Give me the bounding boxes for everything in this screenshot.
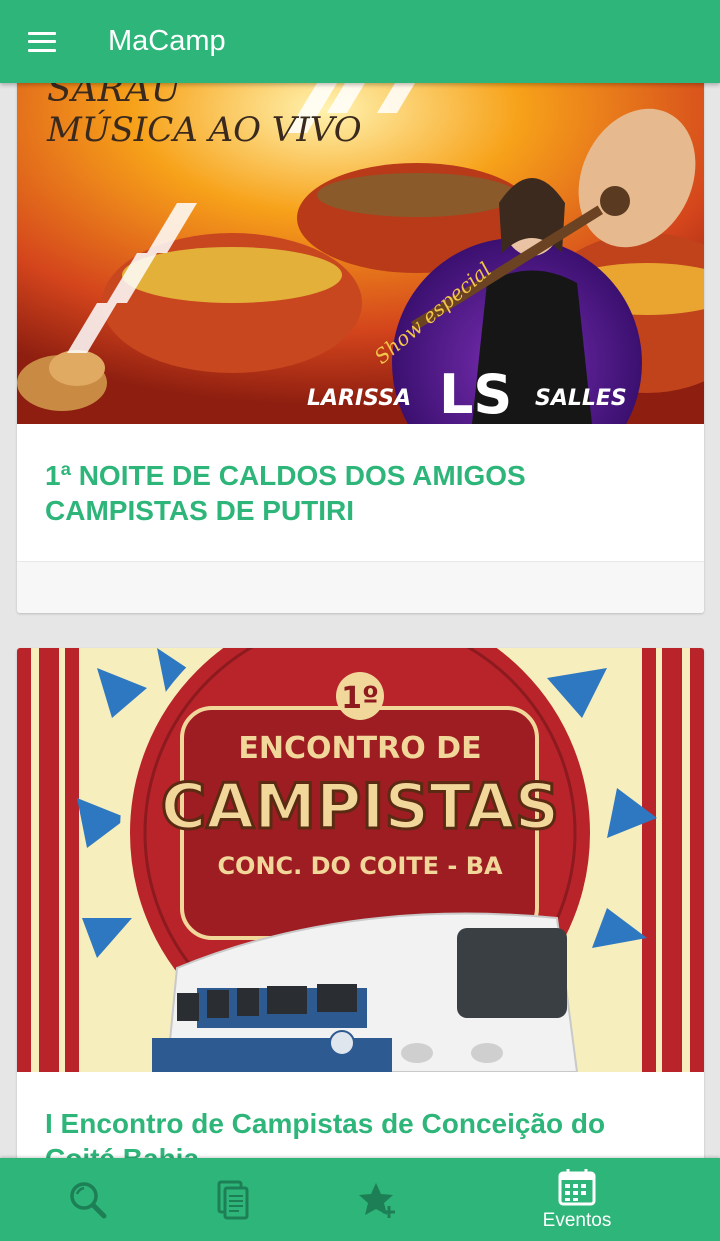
svg-text:SARAU: SARAU [47, 83, 183, 110]
menu-button[interactable] [0, 0, 84, 83]
calendar-icon [558, 1168, 596, 1205]
svg-text:MÚSICA AO VIVO: MÚSICA AO VIVO [46, 109, 362, 150]
nav-search[interactable] [40, 1158, 136, 1241]
bottom-navigation: Eventos [0, 1158, 720, 1241]
event-title[interactable]: I Encontro de Campistas de Conceição do … [17, 1072, 704, 1158]
svg-text:ENCONTRO DE: ENCONTRO DE [238, 731, 481, 766]
card-footer [17, 561, 704, 613]
svg-text:SALLES: SALLES [535, 386, 627, 411]
svg-text:CAMPISTAS: CAMPISTAS [161, 770, 559, 843]
event-title[interactable]: 1ª NOITE DE CALDOS DOS AMIGOS CAMPISTAS … [17, 424, 704, 528]
event-banner-image[interactable]: 1º ENCONTRO DE CAMPISTAS CONC. DO COITE … [17, 648, 704, 1072]
nav-favorites[interactable] [330, 1158, 426, 1241]
svg-text:1º: 1º [341, 681, 379, 716]
document-icon [217, 1180, 249, 1219]
event-banner-image[interactable]: SARAU MÚSICA AO VIVO Show especial LARIS… [17, 83, 704, 424]
svg-text:CONC. DO COITE - BA: CONC. DO COITE - BA [217, 852, 503, 880]
app-bar: MaCamp [0, 0, 720, 83]
app-title: MaCamp [108, 25, 226, 57]
event-card[interactable]: SARAU MÚSICA AO VIVO Show especial LARIS… [17, 83, 704, 613]
search-icon [70, 1181, 107, 1218]
nav-documents[interactable] [185, 1158, 281, 1241]
svg-text:LS: LS [439, 363, 512, 424]
star-add-icon [359, 1182, 395, 1218]
events-list[interactable]: SARAU MÚSICA AO VIVO Show especial LARIS… [0, 83, 720, 1158]
nav-events[interactable]: Eventos [500, 1158, 654, 1241]
hamburger-menu-icon [28, 31, 56, 52]
svg-text:LARISSA: LARISSA [307, 386, 411, 411]
event-card[interactable]: 1º ENCONTRO DE CAMPISTAS CONC. DO COITE … [17, 648, 704, 1158]
nav-events-label: Eventos [542, 1209, 612, 1231]
